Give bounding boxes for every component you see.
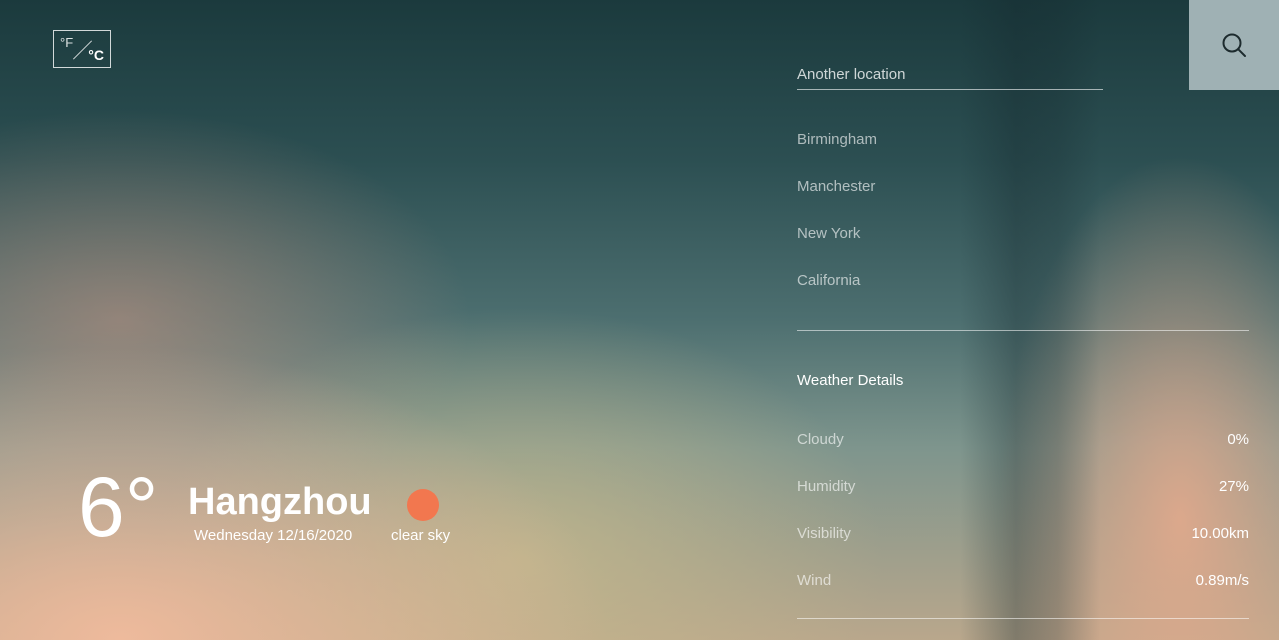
details-list: Cloudy 0% Humidity 27% Visibility 10.00k… xyxy=(797,430,1249,618)
detail-row-humidity: Humidity 27% xyxy=(797,477,1249,524)
search-icon xyxy=(1222,33,1246,57)
date-label: Wednesday 12/16/2020 xyxy=(194,527,353,544)
detail-label: Visibility xyxy=(797,525,851,542)
detail-value: 10.00km xyxy=(1191,525,1249,542)
temperature: 6° xyxy=(78,460,159,554)
detail-value: 0.89m/s xyxy=(1195,572,1249,589)
detail-value: 27% xyxy=(1218,478,1249,495)
location-item-california[interactable]: California xyxy=(797,271,877,318)
side-panel: Another location Birmingham Manchester N… xyxy=(797,0,1249,640)
location-item-new-york[interactable]: New York xyxy=(797,224,877,271)
detail-value: 0% xyxy=(1227,431,1249,448)
sun-icon xyxy=(407,489,439,521)
search-button[interactable] xyxy=(1189,0,1279,90)
unit-toggle-button[interactable]: °F °C xyxy=(53,30,111,68)
detail-label: Cloudy xyxy=(797,431,844,448)
detail-row-cloudy: Cloudy 0% xyxy=(797,430,1249,477)
detail-label: Wind xyxy=(797,572,832,589)
detail-label: Humidity xyxy=(797,478,856,495)
detail-row-wind: Wind 0.89m/s xyxy=(797,571,1249,618)
detail-row-visibility: Visibility 10.00km xyxy=(797,524,1249,571)
location-search-input[interactable]: Another location xyxy=(797,66,1103,90)
weather-app: °F °C 6° Hangzhou Wednesday 12/16/2020 c… xyxy=(0,0,1279,640)
location-item-birmingham[interactable]: Birmingham xyxy=(797,130,877,177)
location-list: Birmingham Manchester New York Californi… xyxy=(797,130,877,318)
divider xyxy=(797,330,1249,331)
city-name: Hangzhou xyxy=(188,481,372,523)
location-item-manchester[interactable]: Manchester xyxy=(797,177,877,224)
condition-label: clear sky xyxy=(391,527,451,544)
fahrenheit-label: °F xyxy=(60,35,74,50)
divider xyxy=(797,618,1249,619)
details-title: Weather Details xyxy=(797,372,904,389)
celsius-label: °C xyxy=(88,47,104,63)
